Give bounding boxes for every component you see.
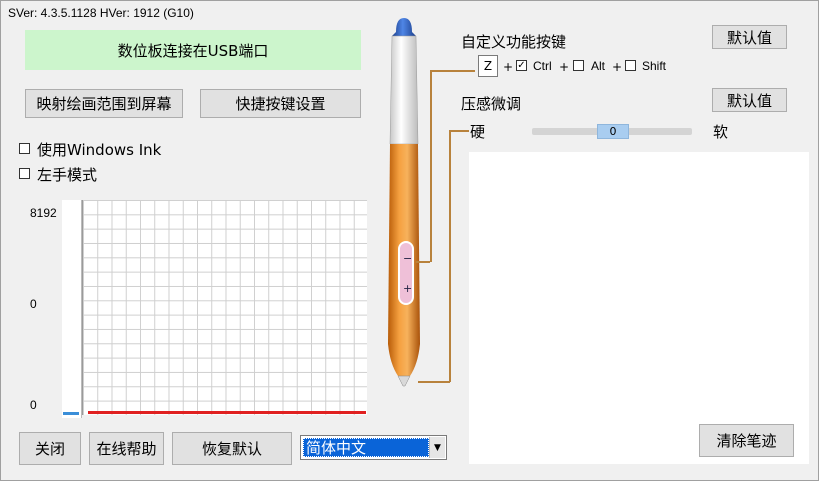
plus-sign: + xyxy=(503,60,514,74)
pressure-curve-graph xyxy=(82,200,367,415)
connector-switch-horizontal xyxy=(430,70,475,72)
custom-key-input[interactable]: Z xyxy=(478,55,498,77)
clear-strokes-button[interactable]: 清除笔迹 xyxy=(699,424,794,457)
language-select[interactable]: 简体中文 ▼ xyxy=(300,435,447,460)
version-text: SVer: 4.3.5.1128 HVer: 1912 (G10) xyxy=(8,6,194,20)
pressure-slider-thumb[interactable]: 0 xyxy=(597,124,629,139)
pressure-soft-label: 软 xyxy=(713,123,729,141)
graph-y-label-max: 8192 xyxy=(30,206,57,220)
shift-checkbox[interactable] xyxy=(625,60,636,71)
pen-upper-section xyxy=(389,35,419,145)
shortcut-settings-button[interactable]: 快捷按键设置 xyxy=(200,89,361,118)
connection-status-text: 数位板连接在USB端口 xyxy=(117,41,269,60)
ctrl-checkbox[interactable]: ✓ xyxy=(516,60,527,71)
connector-switch-vertical xyxy=(430,70,432,262)
graph-y-label-min: 0 xyxy=(30,398,37,412)
pressure-tuning-title: 压感微调 xyxy=(461,95,522,113)
shift-label: Shift xyxy=(642,59,667,73)
map-drawing-area-button[interactable]: 映射绘画范围到屏幕 xyxy=(25,89,183,118)
ctrl-label: Ctrl xyxy=(533,59,552,73)
pressure-level-bar xyxy=(62,200,82,418)
graph-y-label-mid: 0 xyxy=(30,297,37,311)
online-help-button[interactable]: 在线帮助 xyxy=(89,432,164,465)
custom-keys-default-button[interactable]: 默认值 xyxy=(712,25,787,49)
pressure-level-fill xyxy=(63,412,79,415)
left-hand-mode-label: 左手模式 xyxy=(37,166,98,184)
language-select-value: 简体中文 xyxy=(303,438,429,457)
drawing-test-area[interactable] xyxy=(469,152,809,464)
pressure-curve-line xyxy=(88,411,366,414)
restore-defaults-button[interactable]: 恢复默认 xyxy=(172,432,292,465)
close-button[interactable]: 关闭 xyxy=(19,432,81,465)
windows-ink-label: 使用Windows Ink xyxy=(37,141,162,159)
alt-label: Alt xyxy=(591,59,606,73)
custom-keys-title: 自定义功能按键 xyxy=(461,33,567,51)
left-hand-mode-checkbox[interactable] xyxy=(19,168,30,179)
chevron-down-icon[interactable]: ▼ xyxy=(429,437,445,458)
pen-cap xyxy=(392,18,416,36)
connection-status-banner: 数位板连接在USB端口 xyxy=(25,30,361,70)
pressure-default-button[interactable]: 默认值 xyxy=(712,88,787,112)
connector-tip-horizontal xyxy=(449,130,469,132)
connector-tip-vertical xyxy=(449,130,451,382)
alt-checkbox[interactable] xyxy=(573,60,584,71)
windows-ink-checkbox[interactable] xyxy=(19,143,30,154)
plus-sign: + xyxy=(559,60,570,74)
pen-minus-button-icon: − xyxy=(403,252,413,265)
pen-tip xyxy=(397,375,411,387)
pen-plus-button-icon: + xyxy=(403,282,413,295)
plus-sign: + xyxy=(612,60,623,74)
pressure-hard-label: 硬 xyxy=(470,123,486,141)
